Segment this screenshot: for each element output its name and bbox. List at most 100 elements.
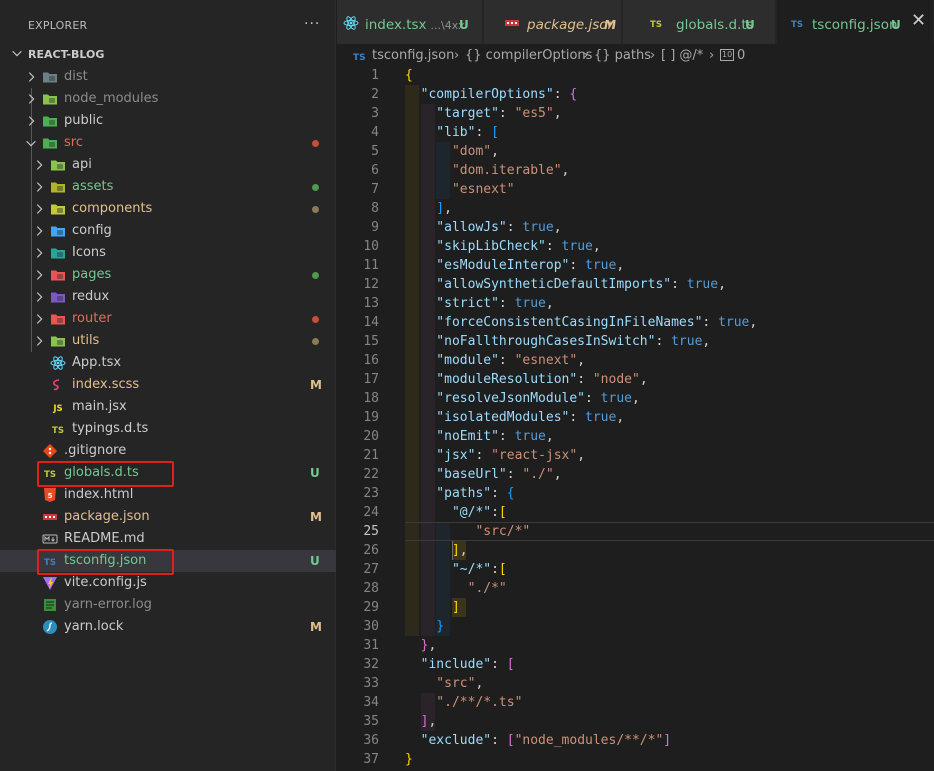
code-text: "compilerOptions": { xyxy=(405,86,578,103)
breadcrumb-array[interactable]: [ ] @/* xyxy=(661,48,703,64)
code-line: 2 "compilerOptions": { xyxy=(337,85,934,104)
code-token: , xyxy=(475,676,484,691)
code-lines: 1{2 "compilerOptions": {3 "target": "es5… xyxy=(337,66,934,769)
tab-globals-d-ts[interactable]: TS globals.d.ts U xyxy=(623,0,776,44)
code-token: , xyxy=(553,220,562,235)
public-folder-icon xyxy=(42,113,58,129)
line-number: 2 xyxy=(371,87,379,102)
tree-item-api[interactable]: api xyxy=(0,154,336,176)
code-token: "node_modules/**/*" xyxy=(514,733,664,748)
tree-item-assets[interactable]: assets xyxy=(0,176,336,198)
tab-label: index.tsx ...\4xx xyxy=(365,17,465,34)
code-token: , xyxy=(428,714,437,729)
code-editor[interactable]: 1{2 "compilerOptions": {3 "target": "es5… xyxy=(337,66,934,771)
tree-item-src[interactable]: src xyxy=(0,132,336,154)
code-token: "module" xyxy=(405,353,499,368)
code-line: 9 "allowJs": true, xyxy=(337,218,934,237)
tree-item-label: assets xyxy=(72,179,114,194)
code-line: 13 "strict": true, xyxy=(337,294,934,313)
code-line: 19 "isolatedModules": true, xyxy=(337,408,934,427)
tree-item-config[interactable]: config xyxy=(0,220,336,242)
tree-item-label: yarn-error.log xyxy=(64,597,152,612)
ts-icon: TS xyxy=(50,421,66,437)
code-text: "jsx": "react-jsx", xyxy=(405,447,585,464)
tree-item-pages[interactable]: pages xyxy=(0,264,336,286)
code-line: 14 "forceConsistentCasingInFileNames": t… xyxy=(337,313,934,332)
code-line: 16 "module": "esnext", xyxy=(337,351,934,370)
breadcrumb-file[interactable]: tsconfig.json xyxy=(372,48,454,64)
tab-index-tsx[interactable]: index.tsx ...\4xx U xyxy=(337,0,483,44)
line-number: 31 xyxy=(363,638,379,653)
tree-item-label: index.html xyxy=(64,487,134,502)
code-token: "node" xyxy=(592,372,640,387)
tab-tsconfig-json[interactable]: TS tsconfig.json U ✕ xyxy=(777,0,934,44)
tree-item-index-scss[interactable]: index.scss M xyxy=(0,374,336,396)
chevron-right-icon xyxy=(36,248,43,258)
line-number: 17 xyxy=(363,372,379,387)
code-text: ], xyxy=(405,200,452,217)
code-line: 27 "~/*":[ xyxy=(337,560,934,579)
close-icon[interactable]: ✕ xyxy=(911,12,926,30)
code-text: "include": [ xyxy=(405,656,515,673)
code-token: ] xyxy=(405,714,429,729)
tree-item-typings-d-ts[interactable]: TS typings.d.ts xyxy=(0,418,336,440)
tree-item-label: src xyxy=(64,135,83,150)
git-icon xyxy=(42,443,58,459)
redux-folder-icon xyxy=(50,289,66,305)
code-token: , xyxy=(428,638,437,653)
tree-item-node-modules[interactable]: node_modules xyxy=(0,88,336,110)
line-number: 25 xyxy=(363,524,379,539)
tree-item-router[interactable]: router xyxy=(0,308,336,330)
assets-folder-icon xyxy=(50,179,66,195)
code-token: "strict" xyxy=(405,296,499,311)
tab-package-json[interactable]: package.json M xyxy=(484,0,622,44)
line-number: 1 xyxy=(371,68,379,83)
svg-text:5: 5 xyxy=(48,492,53,500)
tree-item-readme-md[interactable]: README.md xyxy=(0,528,336,550)
code-token: } xyxy=(405,638,429,653)
code-token: : xyxy=(491,505,499,520)
js-icon: JS xyxy=(50,399,66,415)
tree-item-yarn-error-log[interactable]: yarn-error.log xyxy=(0,594,336,616)
breadcrumb-number[interactable]: 0 xyxy=(737,48,745,64)
code-token: : xyxy=(585,391,601,406)
breadcrumb-paths[interactable]: {} paths xyxy=(594,48,651,64)
tree-item-redux[interactable]: redux xyxy=(0,286,336,308)
tree-item-dist[interactable]: dist xyxy=(0,66,336,88)
code-token: [ xyxy=(498,562,507,577)
chevron-right-icon xyxy=(28,94,35,104)
svg-text:JS: JS xyxy=(52,404,62,414)
code-token: , xyxy=(616,258,625,273)
tree-item-package-json[interactable]: package.json M xyxy=(0,506,336,528)
tree-item-vite-config-js[interactable]: vite.config.js xyxy=(0,572,336,594)
line-number: 37 xyxy=(363,752,379,767)
code-line: 28 "./*" xyxy=(337,579,934,598)
line-number: 15 xyxy=(363,334,379,349)
breadcrumb-separator: › xyxy=(650,48,656,63)
tree-item-yarn-lock[interactable]: yarn.lock M xyxy=(0,616,336,638)
git-status-dot xyxy=(312,140,319,147)
tree-item-label: components xyxy=(72,201,153,216)
chevron-right-icon xyxy=(36,270,43,280)
tree-item-utils[interactable]: utils xyxy=(0,330,336,352)
tree-item-public[interactable]: public xyxy=(0,110,336,132)
code-line: 7 "esnext" xyxy=(337,180,934,199)
tree-item-label: .gitignore xyxy=(64,443,127,458)
tree-item-gitignore[interactable]: .gitignore xyxy=(0,440,336,462)
tree-item-main-jsx[interactable]: JS main.jsx xyxy=(0,396,336,418)
tab-label: package.json xyxy=(527,17,616,33)
log-icon xyxy=(42,597,58,613)
more-actions-icon[interactable]: ··· xyxy=(304,17,320,31)
code-line: 31 }, xyxy=(337,636,934,655)
react-icon xyxy=(343,15,359,30)
tree-item-icons[interactable]: Icons xyxy=(0,242,336,264)
code-token: "dom" xyxy=(405,144,492,159)
code-text: "baseUrl": "./", xyxy=(405,466,562,483)
code-token: , xyxy=(553,467,562,482)
tree-item-components[interactable]: components xyxy=(0,198,336,220)
breadcrumb-compiler-options[interactable]: {} compilerOptions xyxy=(465,48,592,64)
tree-item-index-html[interactable]: 5 index.html xyxy=(0,484,336,506)
code-token: true xyxy=(585,410,617,425)
tree-item-app-tsx[interactable]: App.tsx xyxy=(0,352,336,374)
workspace-root[interactable]: REACT-BLOG xyxy=(0,44,336,66)
